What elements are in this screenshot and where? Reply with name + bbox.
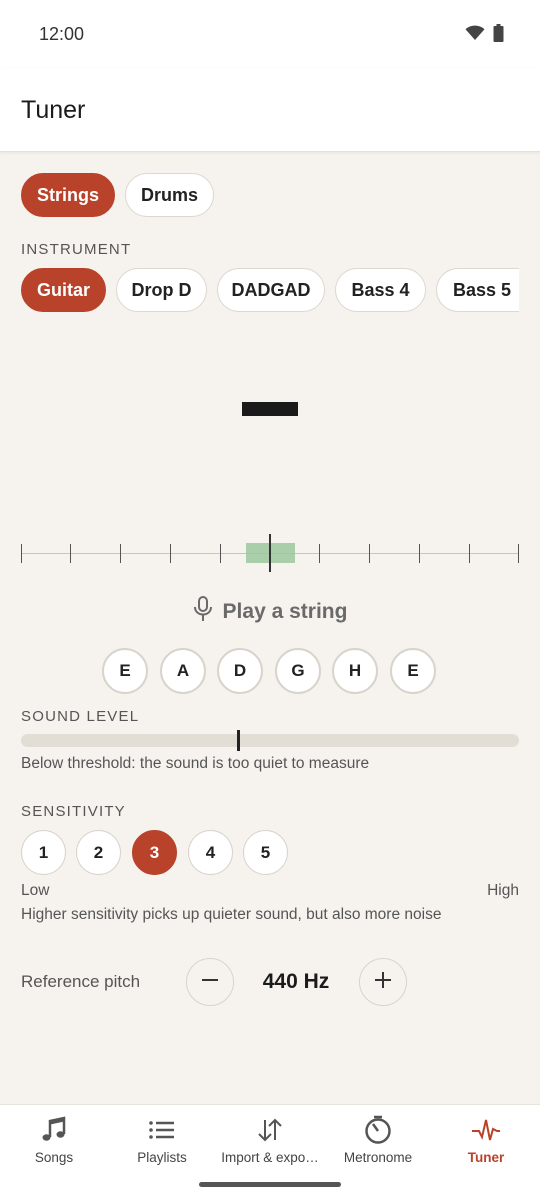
sensitivity-option-2[interactable]: 2	[76, 830, 121, 875]
string-button-e-low[interactable]: E	[102, 648, 148, 694]
status-bar: 12:00	[0, 0, 540, 68]
home-indicator	[199, 1182, 341, 1187]
sound-level-threshold-marker	[237, 730, 240, 751]
nav-playlists[interactable]: Playlists	[108, 1105, 216, 1185]
sensitivity-option-4[interactable]: 4	[188, 830, 233, 875]
page-title: Tuner	[21, 96, 86, 124]
nav-import-export-label: Import & expo…	[221, 1150, 319, 1165]
instrument-chip-bass-4[interactable]: Bass 4	[335, 268, 426, 312]
microphone-icon	[193, 596, 213, 627]
string-button-g[interactable]: G	[275, 648, 321, 694]
tuning-meter	[21, 534, 519, 572]
sensitivity-option-1[interactable]: 1	[21, 830, 66, 875]
meter-tick	[70, 544, 71, 563]
nav-tuner[interactable]: Tuner	[432, 1105, 540, 1185]
nav-songs-label: Songs	[34, 1150, 74, 1165]
music-note-icon	[0, 1115, 108, 1145]
plus-icon	[374, 971, 392, 994]
meter-tick	[518, 544, 519, 563]
play-prompt-text: Play a string	[222, 599, 348, 623]
nav-import-export[interactable]: Import & expo…	[216, 1105, 324, 1185]
instrument-chip-bass-5[interactable]: Bass 5	[436, 268, 519, 312]
nav-songs[interactable]: Songs	[0, 1105, 108, 1185]
instrument-chip-dadgad[interactable]: DADGAD	[217, 268, 325, 312]
minus-icon	[201, 971, 219, 994]
pulse-icon	[432, 1115, 540, 1145]
meter-tick	[120, 544, 121, 563]
tab-strings[interactable]: Strings	[21, 173, 115, 217]
meter-tick	[220, 544, 221, 563]
sound-level-heading: SOUND LEVEL	[21, 708, 140, 725]
reference-pitch-value: 440 Hz	[262, 970, 330, 993]
string-button-a[interactable]: A	[160, 648, 206, 694]
status-time: 12:00	[39, 24, 85, 44]
meter-tick	[469, 544, 470, 563]
list-icon	[108, 1115, 216, 1145]
decrease-pitch-button[interactable]	[186, 958, 234, 1006]
sensitivity-option-3[interactable]: 3	[132, 830, 177, 875]
tab-drums[interactable]: Drums	[125, 173, 214, 217]
nav-playlists-label: Playlists	[137, 1150, 187, 1165]
meter-tick	[21, 544, 22, 563]
battery-icon	[493, 24, 504, 47]
reference-pitch-label: Reference pitch	[21, 972, 141, 991]
sensitivity-option-5[interactable]: 5	[243, 830, 288, 875]
wifi-icon	[465, 25, 485, 46]
string-button-d[interactable]: D	[217, 648, 263, 694]
instrument-chip-drop-d[interactable]: Drop D	[116, 268, 207, 312]
status-icons	[465, 24, 504, 47]
sound-level-status: Below threshold: the sound is too quiet …	[21, 755, 370, 772]
sensitivity-low-label: Low	[21, 882, 50, 899]
string-button-h[interactable]: H	[332, 648, 378, 694]
nav-metronome-label: Metronome	[343, 1150, 413, 1165]
app-bar: Tuner	[0, 68, 540, 152]
meter-tick	[319, 544, 320, 563]
sensitivity-high-label: High	[487, 882, 519, 899]
nav-tuner-label: Tuner	[467, 1150, 505, 1165]
meter-tick	[369, 544, 370, 563]
sensitivity-description: Higher sensitivity picks up quieter soun…	[21, 906, 442, 923]
string-button-e-high[interactable]: E	[390, 648, 436, 694]
instrument-heading: INSTRUMENT	[21, 241, 132, 258]
detected-note-placeholder	[242, 402, 298, 416]
nav-metronome[interactable]: Metronome	[324, 1105, 432, 1185]
metronome-icon	[324, 1115, 432, 1145]
meter-needle	[269, 534, 271, 572]
sound-level-bar	[21, 734, 519, 747]
meter-tick	[170, 544, 171, 563]
play-prompt: Play a string	[0, 596, 540, 627]
meter-tick	[419, 544, 420, 563]
import-export-icon	[216, 1115, 324, 1145]
instrument-chip-guitar[interactable]: Guitar	[21, 268, 106, 312]
increase-pitch-button[interactable]	[359, 958, 407, 1006]
sensitivity-heading: SENSITIVITY	[21, 803, 126, 820]
